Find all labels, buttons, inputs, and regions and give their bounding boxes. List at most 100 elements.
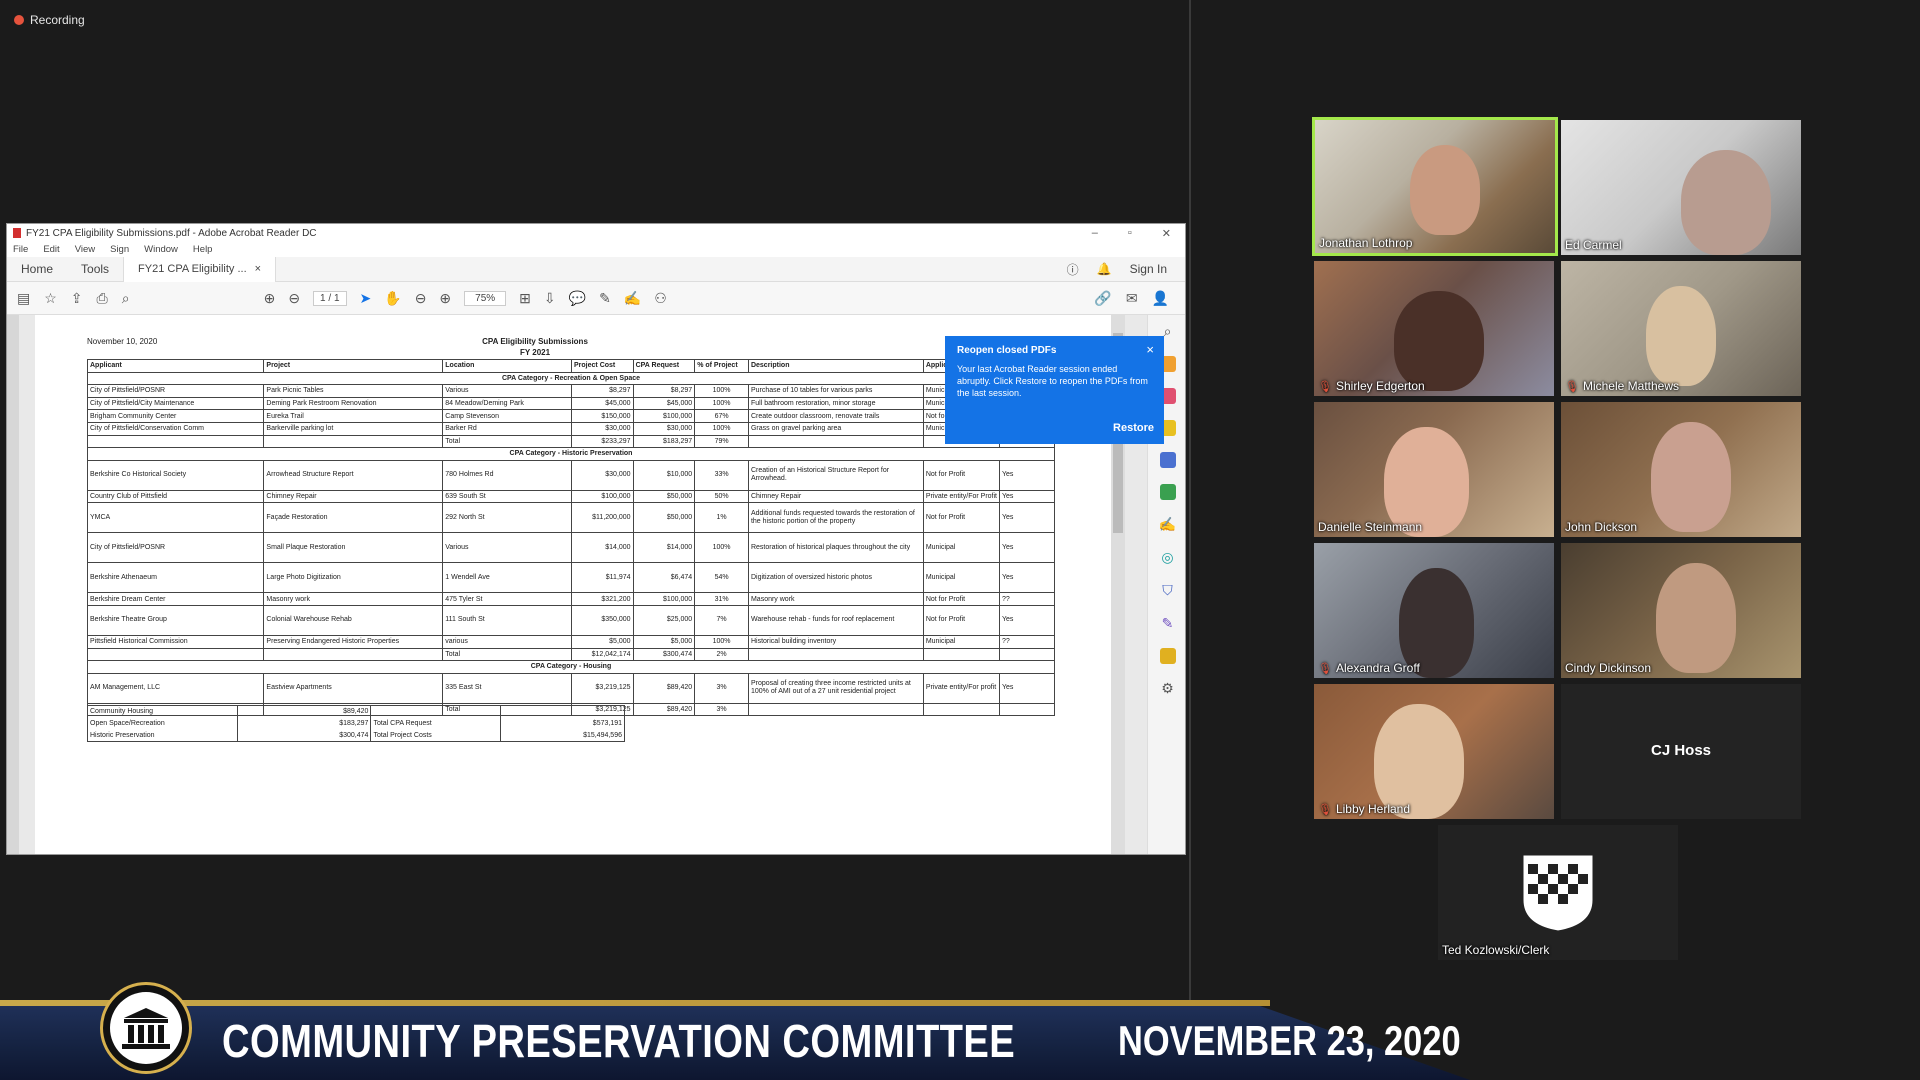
sign-icon[interactable]: ✍ (624, 290, 641, 307)
zoom-select[interactable]: 75% (464, 290, 507, 306)
menu-help[interactable]: Help (193, 244, 213, 255)
page-up-icon[interactable]: ⊕ (264, 290, 276, 307)
tab-tools[interactable]: Tools (67, 257, 123, 282)
table-cell: Barkerville parking lot (263, 421, 444, 436)
send-track-icon[interactable]: ◎ (1161, 549, 1173, 566)
zoom-out-icon[interactable]: ⊖ (415, 290, 427, 307)
col-header: Applicant (86, 359, 265, 373)
fit-page-icon[interactable]: ⊞ (519, 290, 531, 307)
table-cell: 33% (694, 459, 749, 491)
fill-sign-icon[interactable]: ✍ (1159, 516, 1176, 533)
add-user-icon[interactable]: 👤 (1152, 290, 1169, 307)
select-cursor-icon[interactable]: ➤ (360, 290, 372, 307)
participant-tile-alexandra[interactable]: 🎙 Alexandra Groff (1314, 543, 1554, 678)
hand-icon[interactable]: ✋ (384, 290, 401, 307)
table-cell: 639 South St (442, 489, 573, 504)
table-cell: Preserving Endangered Historic Propertie… (263, 634, 444, 649)
pen-icon[interactable]: ✎ (599, 290, 611, 307)
summary-table: Community Housing $89,420 Open Space/Recre… (87, 705, 625, 742)
popup-close-icon[interactable]: × (1146, 342, 1154, 357)
table-cell (86, 434, 265, 449)
table-row: Berkshire Athenaeum Large Photo Digitizat… (86, 562, 1055, 594)
pdf-subtitle: FY 2021 (519, 348, 551, 357)
comment-icon[interactable]: 💬 (569, 290, 586, 307)
participant-tile-cj[interactable]: CJ Hoss (1561, 684, 1801, 819)
table-row: AM Management, LLC Eastview Apartments 335… (86, 672, 1055, 704)
table-cell: Total (442, 647, 573, 662)
share-link-icon[interactable]: 🔗 (1094, 290, 1111, 307)
menu-window[interactable]: Window (144, 244, 178, 255)
table-header-row: Applicant Project Location Project Cost … (86, 359, 1055, 373)
table-cell: Municipal (922, 634, 1001, 649)
close-icon[interactable]: ✕ (1162, 227, 1171, 240)
participant-name: 🎙 Shirley Edgerton (1318, 379, 1425, 393)
mail-icon[interactable]: ✉ (1126, 290, 1138, 307)
star-icon[interactable]: ☆ (44, 290, 57, 307)
participant-tile-jonathan[interactable]: Jonathan Lothrop (1312, 117, 1558, 256)
menu-sign[interactable]: Sign (110, 244, 129, 255)
table-cell: ?? (999, 592, 1055, 606)
search-icon[interactable]: ⌕ (122, 290, 130, 307)
menu-bar: File Edit View Sign Window Help (7, 242, 1185, 257)
left-pane-collapsed[interactable] (7, 315, 19, 854)
restore-button[interactable]: Restore (1113, 422, 1154, 434)
acrobat-titlebar[interactable]: FY21 CPA Eligibility Submissions.pdf - A… (7, 224, 1185, 242)
bell-icon[interactable]: 🔔 (1097, 262, 1112, 276)
zoom-in-icon[interactable]: ⊕ (439, 290, 451, 307)
more-tools-icon[interactable]: ⚙ (1161, 680, 1174, 697)
table-cell (747, 702, 924, 717)
print-icon[interactable]: ⎙ (97, 290, 108, 307)
sign-tool-icon[interactable]: ✎ (1162, 615, 1174, 632)
maximize-icon[interactable]: ▫ (1128, 227, 1132, 240)
stamp-icon[interactable]: ⚇ (654, 290, 667, 307)
table-cell: $89,420 (632, 672, 696, 704)
sign-in-button[interactable]: Sign In (1130, 262, 1167, 276)
participant-tile-john[interactable]: John Dickson (1561, 402, 1801, 537)
participant-tile-ed[interactable]: Ed Carmel (1561, 120, 1801, 255)
page-thumbnail-icon[interactable]: ▤ (17, 290, 30, 307)
menu-edit[interactable]: Edit (43, 244, 59, 255)
table-cell: Not for Profit (922, 592, 1001, 606)
participant-tile-cindy[interactable]: Cindy Dickinson (1561, 543, 1801, 678)
table-cell: Total (442, 434, 573, 449)
scroll-mode-icon[interactable]: ⇩ (544, 290, 556, 307)
city-hall-logo-icon (100, 982, 192, 1074)
table-cell (263, 434, 444, 449)
tab-home[interactable]: Home (7, 257, 67, 282)
upload-icon[interactable]: ⇪ (71, 290, 83, 307)
tab-document[interactable]: FY21 CPA Eligibility ... × (123, 256, 277, 282)
participant-tile-danielle[interactable]: Danielle Steinmann (1314, 402, 1554, 537)
protect-icon[interactable]: ⛉ (1162, 582, 1173, 599)
organize-pages-icon[interactable] (1159, 484, 1176, 500)
summary-cell (370, 705, 502, 718)
participant-tile-michele[interactable]: 🎙 Michele Matthews (1561, 261, 1801, 396)
page-down-icon[interactable]: ⊖ (288, 290, 300, 307)
menu-file[interactable]: File (13, 244, 28, 255)
table-cell: City of Pittsfield/Conservation Comm (86, 421, 265, 436)
menu-view[interactable]: View (75, 244, 95, 255)
table-cell: $233,297 (571, 434, 634, 449)
tab-close-icon[interactable]: × (255, 257, 261, 282)
page-indicator[interactable]: 1 / 1 (313, 290, 347, 306)
files-icon[interactable] (1159, 648, 1176, 664)
participant-name: Ted Kozlowski/Clerk (1442, 943, 1550, 957)
help-icon[interactable]: ⓘ (1067, 261, 1079, 278)
table-cell: Berkshire Co Historical Society (86, 459, 265, 491)
participant-tile-libby[interactable]: 🎙 Libby Herland (1314, 684, 1554, 819)
table-cell: Chimney Repair (747, 489, 924, 504)
tab-bar: Home Tools FY21 CPA Eligibility ... × ⓘ … (7, 256, 1185, 282)
reopen-pdfs-popup: Reopen closed PDFs Your last Acrobat Rea… (945, 336, 1164, 444)
mic-muted-icon: 🎙 (1565, 380, 1579, 393)
participant-tile-shirley[interactable]: 🎙 Shirley Edgerton (1314, 261, 1554, 396)
table-cell: Camp Stevenson (442, 409, 573, 423)
minimize-icon[interactable]: – (1092, 227, 1098, 240)
zoom-tool-icon[interactable]: ⌕ (1164, 323, 1172, 340)
table-cell: Yes (999, 459, 1055, 491)
table-cell: $183,297 (632, 434, 696, 449)
category-row: CPA Category - Housing (87, 660, 1055, 674)
table-row: YMCA Façade Restoration 292 North St $11,20… (86, 502, 1055, 534)
share-divider[interactable] (1189, 0, 1191, 1080)
comment-tool-icon[interactable] (1159, 452, 1176, 468)
table-cell: Not for Profit (922, 459, 1001, 491)
participant-tile-clerk[interactable]: Ted Kozlowski/Clerk (1438, 825, 1678, 960)
